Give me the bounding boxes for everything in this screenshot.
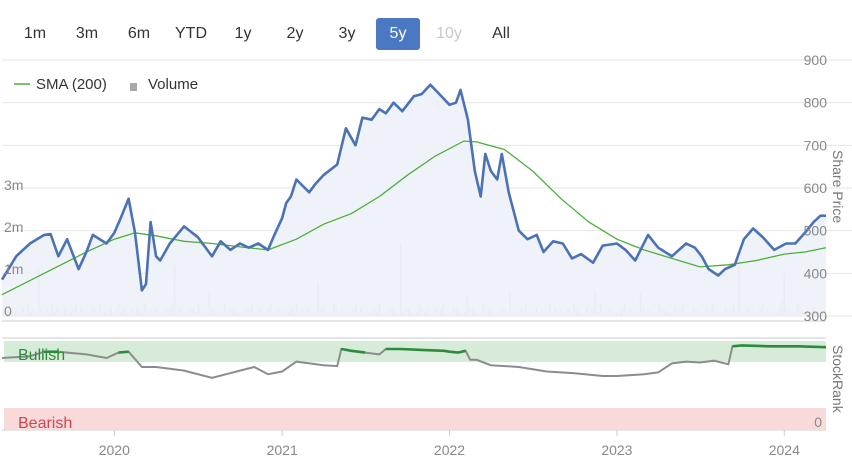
price-tick-300: 300 [804,308,828,324]
volume-tick-2: 2m [4,219,23,235]
volume-tick-1: 1m [4,261,23,277]
legend-volume-label[interactable]: Volume [148,76,198,93]
x-tick-label-1: 2021 [267,442,298,457]
stockrank-tick-0: 0 [814,414,822,430]
share-price-axis-title: Share Price [830,150,846,223]
x-tick-label-0: 2020 [99,442,130,457]
legend: SMA (200) Volume [14,76,198,93]
legend-volume-swatch [130,83,137,91]
stock-chart[interactable]: 300 400 500 600 700 800 900 0 1m 2m 3m 2020 2021 2022… [0,0,852,457]
stockrank-bullish-segment [118,350,129,354]
bullish-label: Bullish [18,347,65,364]
x-tick-label-3: 2023 [601,442,632,457]
price-tick-800: 800 [804,95,828,111]
legend-sma-label[interactable]: SMA (200) [36,76,107,93]
price-tick-600: 600 [804,180,828,196]
bearish-band [4,408,826,430]
price-area-fill [2,84,826,316]
volume-tick-3: 3m [4,177,23,193]
price-tick-500: 500 [804,223,828,239]
x-tick-label-2: 2022 [434,442,465,457]
volume-tick-0: 0 [4,303,12,319]
price-tick-900: 900 [804,52,828,68]
stockrank-axis-title: StockRank [830,345,846,414]
x-tick-label-4: 2024 [769,442,800,457]
bearish-label: Bearish [18,415,72,432]
price-tick-400: 400 [804,265,828,281]
price-tick-700: 700 [804,137,828,153]
stockrank-bands [4,341,826,430]
price-area [2,84,826,316]
